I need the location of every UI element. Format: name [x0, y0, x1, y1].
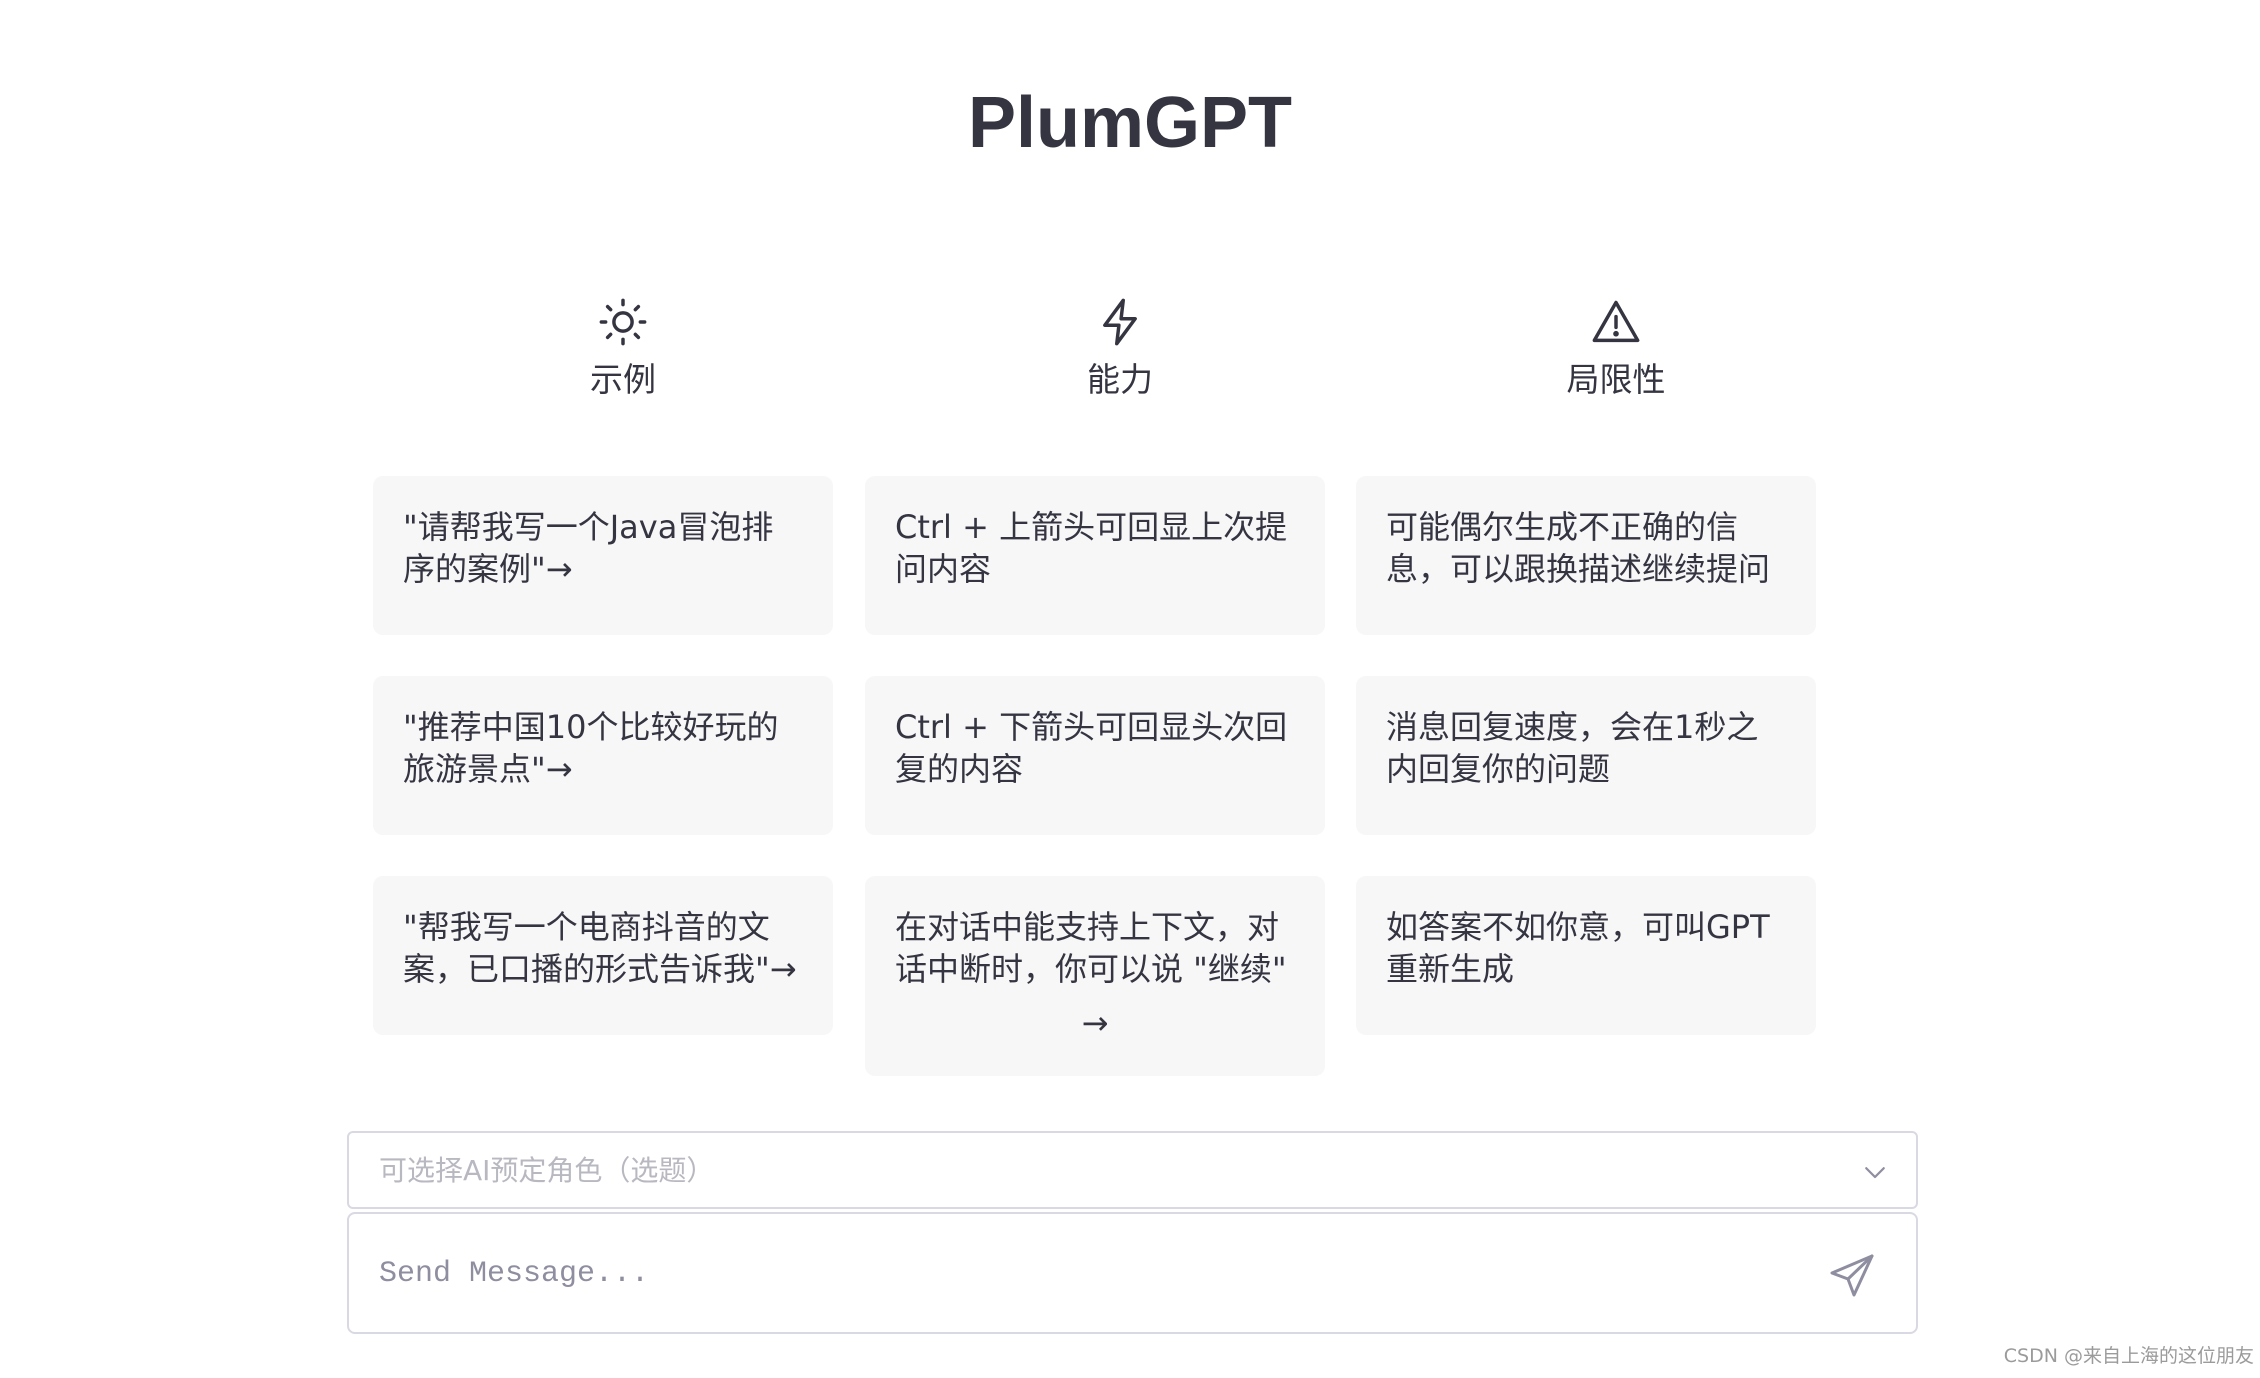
chevron-down-icon[interactable]: [1860, 1157, 1890, 1187]
capability-card-3-text: 在对话中能支持上下文，对话中断时，你可以说 "继续": [895, 908, 1287, 988]
warning-triangle-icon: [1592, 300, 1640, 343]
example-card-2[interactable]: "推荐中国10个比较好玩的旅游景点"→: [373, 676, 833, 835]
limitation-card-1: 可能偶尔生成不正确的信息，可以跟换描述继续提问: [1356, 476, 1816, 635]
message-box: [347, 1212, 1918, 1334]
column-header-limitations: 局限性: [1386, 296, 1846, 402]
example-card-1[interactable]: "请帮我写一个Java冒泡排序的案例"→: [373, 476, 833, 635]
capability-card-1: Ctrl + 上箭头可回显上次提问内容: [865, 476, 1325, 635]
lightning-icon: [1103, 298, 1137, 346]
column-label-capabilities: 能力: [1087, 360, 1153, 399]
page: PlumGPT 示例 能力 局限性 "请帮我写一个Java冒泡排序的案例"→ "…: [0, 0, 2260, 1378]
message-input[interactable]: [379, 1248, 1779, 1300]
watermark: CSDN @来自上海的这位朋友: [2003, 1345, 2254, 1367]
example-card-3[interactable]: "帮我写一个电商抖音的文案，已口播的形式告诉我"→: [373, 876, 833, 1035]
role-select[interactable]: 可选择AI预定角色（选题）: [347, 1131, 1918, 1209]
limitation-card-2: 消息回复速度，会在1秒之内回复你的问题: [1356, 676, 1816, 835]
limitation-card-3: 如答案不如你意，可叫GPT重新生成: [1356, 876, 1816, 1035]
sun-icon: [599, 298, 647, 346]
capability-card-3: 在对话中能支持上下文，对话中断时，你可以说 "继续" →: [865, 876, 1325, 1076]
column-label-examples: 示例: [590, 360, 656, 399]
column-header-capabilities: 能力: [890, 296, 1350, 402]
page-title: PlumGPT: [967, 83, 1293, 163]
capability-card-2: Ctrl + 下箭头可回显头次回复的内容: [865, 676, 1325, 835]
column-label-limitations: 局限性: [1566, 360, 1666, 399]
arrow-icon: →: [1081, 1004, 1109, 1042]
column-header-examples: 示例: [393, 296, 853, 402]
paper-plane-icon[interactable]: [1828, 1252, 1876, 1300]
role-select-placeholder: 可选择AI预定角色（选题）: [379, 1154, 715, 1187]
